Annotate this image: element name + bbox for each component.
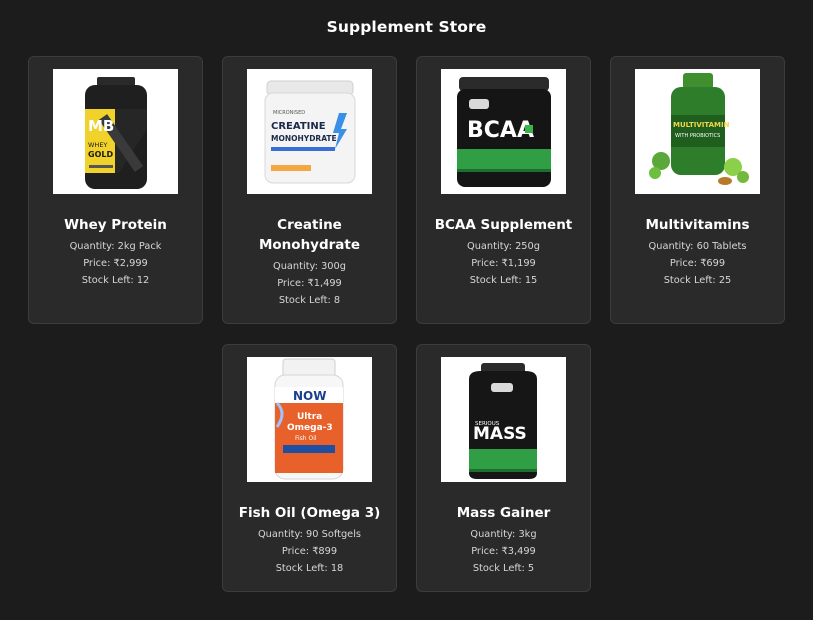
product-quantity: Quantity: 90 Softgels [229, 526, 390, 543]
product-stock: Stock Left: 8 [229, 292, 390, 309]
product-card-creatine-monohydrate[interactable]: MICRONISED CREATINE MONOHYDRATE Creatine… [222, 56, 397, 324]
price-label: Price: [83, 258, 111, 269]
quantity-value: 250g [515, 241, 540, 252]
stock-label: Stock Left: [472, 563, 525, 574]
whey-protein-jar-icon: MB WHEY GOLD [85, 77, 147, 189]
product-image[interactable]: BCAA [441, 69, 566, 194]
stock-label: Stock Left: [663, 275, 716, 286]
stock-value: 18 [330, 563, 344, 574]
svg-text:Ultra: Ultra [297, 412, 322, 422]
svg-text:BCAA: BCAA [467, 118, 534, 143]
product-name: BCAA Supplement [434, 217, 573, 233]
stock-label: Stock Left: [275, 563, 328, 574]
price-label: Price: [281, 546, 310, 557]
price-value: ₹1,499 [307, 278, 342, 289]
svg-text:WITH PROBIOTICS: WITH PROBIOTICS [675, 133, 720, 139]
product-stock: Stock Left: 12 [35, 272, 196, 289]
product-name: Fish Oil (Omega 3) [238, 505, 381, 521]
svg-text:WHEY: WHEY [88, 141, 107, 149]
svg-text:Fish Oil: Fish Oil [295, 435, 317, 442]
price-label: Price: [669, 258, 698, 269]
quantity-value: 300g [321, 261, 346, 272]
quantity-label: Quantity: [467, 241, 512, 252]
quantity-label: Quantity: [470, 529, 516, 540]
product-image[interactable]: MICRONISED CREATINE MONOHYDRATE [247, 69, 372, 194]
product-image[interactable]: MB WHEY GOLD [53, 69, 178, 194]
product-price: Price: ₹899 [229, 543, 390, 560]
quantity-label: Quantity: [273, 261, 318, 272]
product-name: Creatine Monohydrate [258, 217, 361, 253]
svg-text:MASS: MASS [473, 424, 527, 444]
product-price: Price: ₹699 [617, 255, 778, 272]
stock-label: Stock Left: [469, 275, 522, 286]
quantity-label: Quantity: [648, 241, 694, 252]
svg-text:MONOHYDRATE: MONOHYDRATE [271, 134, 337, 143]
product-stock: Stock Left: 5 [423, 560, 584, 577]
price-value: ₹2,999 [113, 258, 148, 269]
stock-value: 8 [333, 295, 341, 306]
svg-text:MICRONISED: MICRONISED [273, 110, 305, 116]
product-stock: Stock Left: 25 [617, 272, 778, 289]
svg-text:MULTIVITAMIN: MULTIVITAMIN [673, 121, 730, 129]
quantity-label: Quantity: [69, 241, 115, 252]
creatine-tub-icon: MICRONISED CREATINE MONOHYDRATE [264, 80, 356, 184]
product-card-whey-protein[interactable]: MB WHEY GOLD Whey Protein Quantity: 2kg … [28, 56, 203, 324]
product-quantity: Quantity: 60 Tablets [617, 238, 778, 255]
product-quantity: Quantity: 3kg [423, 526, 584, 543]
product-name: Whey Protein [64, 217, 167, 233]
product-card-bcaa-supplement[interactable]: BCAA BCAA Supplement Quantity: 250g Pric… [416, 56, 591, 324]
mass-gainer-jar-icon: SERIOUS MASS [469, 363, 537, 479]
stock-value: 12 [136, 275, 150, 286]
product-card-mass-gainer[interactable]: SERIOUS MASS Mass Gainer Quantity: 3kg P… [416, 344, 591, 592]
product-price: Price: ₹1,199 [423, 255, 584, 272]
product-quantity: Quantity: 300g [229, 258, 390, 275]
product-image[interactable]: NOW Ultra Omega-3 Fish Oil [247, 357, 372, 482]
product-price: Price: ₹3,499 [423, 543, 584, 560]
quantity-value: 3kg [518, 529, 537, 540]
price-value: ₹699 [700, 258, 726, 269]
product-quantity: Quantity: 250g [423, 238, 584, 255]
price-value: ₹3,499 [501, 546, 536, 557]
stock-value: 5 [527, 563, 535, 574]
svg-text:CREATINE: CREATINE [271, 121, 326, 132]
svg-text:Omega-3: Omega-3 [287, 423, 333, 433]
stock-value: 25 [718, 275, 732, 286]
stock-value: 15 [524, 275, 538, 286]
product-quantity: Quantity: 2kg Pack [35, 238, 196, 255]
stock-label: Stock Left: [81, 275, 134, 286]
stock-label: Stock Left: [278, 295, 331, 306]
quantity-value: 60 Tablets [696, 241, 747, 252]
product-card-multivitamins[interactable]: MULTIVITAMIN WITH PROBIOTICS Multivitami… [610, 56, 785, 324]
quantity-value: 90 Softgels [306, 529, 362, 540]
quantity-label: Quantity: [257, 529, 303, 540]
quantity-value: 2kg Pack [117, 241, 162, 252]
price-label: Price: [471, 546, 499, 557]
price-value: ₹899 [312, 546, 338, 557]
svg-text:NOW: NOW [293, 389, 326, 403]
product-price: Price: ₹1,499 [229, 275, 390, 292]
svg-text:MB: MB [88, 117, 114, 135]
bcaa-tub-icon: BCAA [457, 77, 551, 187]
multivitamin-bottle-icon: MULTIVITAMIN WITH PROBIOTICS [649, 73, 749, 185]
price-label: Price: [277, 278, 305, 289]
price-label: Price: [471, 258, 499, 269]
product-image[interactable]: MULTIVITAMIN WITH PROBIOTICS [635, 69, 760, 194]
svg-text:GOLD: GOLD [88, 150, 113, 159]
product-image[interactable]: SERIOUS MASS [441, 357, 566, 482]
product-name: Mass Gainer [456, 505, 551, 521]
product-price: Price: ₹2,999 [35, 255, 196, 272]
product-name: Multivitamins [645, 217, 750, 233]
product-card-fish-oil[interactable]: NOW Ultra Omega-3 Fish Oil Fish Oil (Ome… [222, 344, 397, 592]
page-title: Supplement Store [326, 18, 487, 36]
product-stock: Stock Left: 15 [423, 272, 584, 289]
price-value: ₹1,199 [501, 258, 536, 269]
product-stock: Stock Left: 18 [229, 560, 390, 577]
fish-oil-bottle-icon: NOW Ultra Omega-3 Fish Oil [274, 358, 344, 480]
